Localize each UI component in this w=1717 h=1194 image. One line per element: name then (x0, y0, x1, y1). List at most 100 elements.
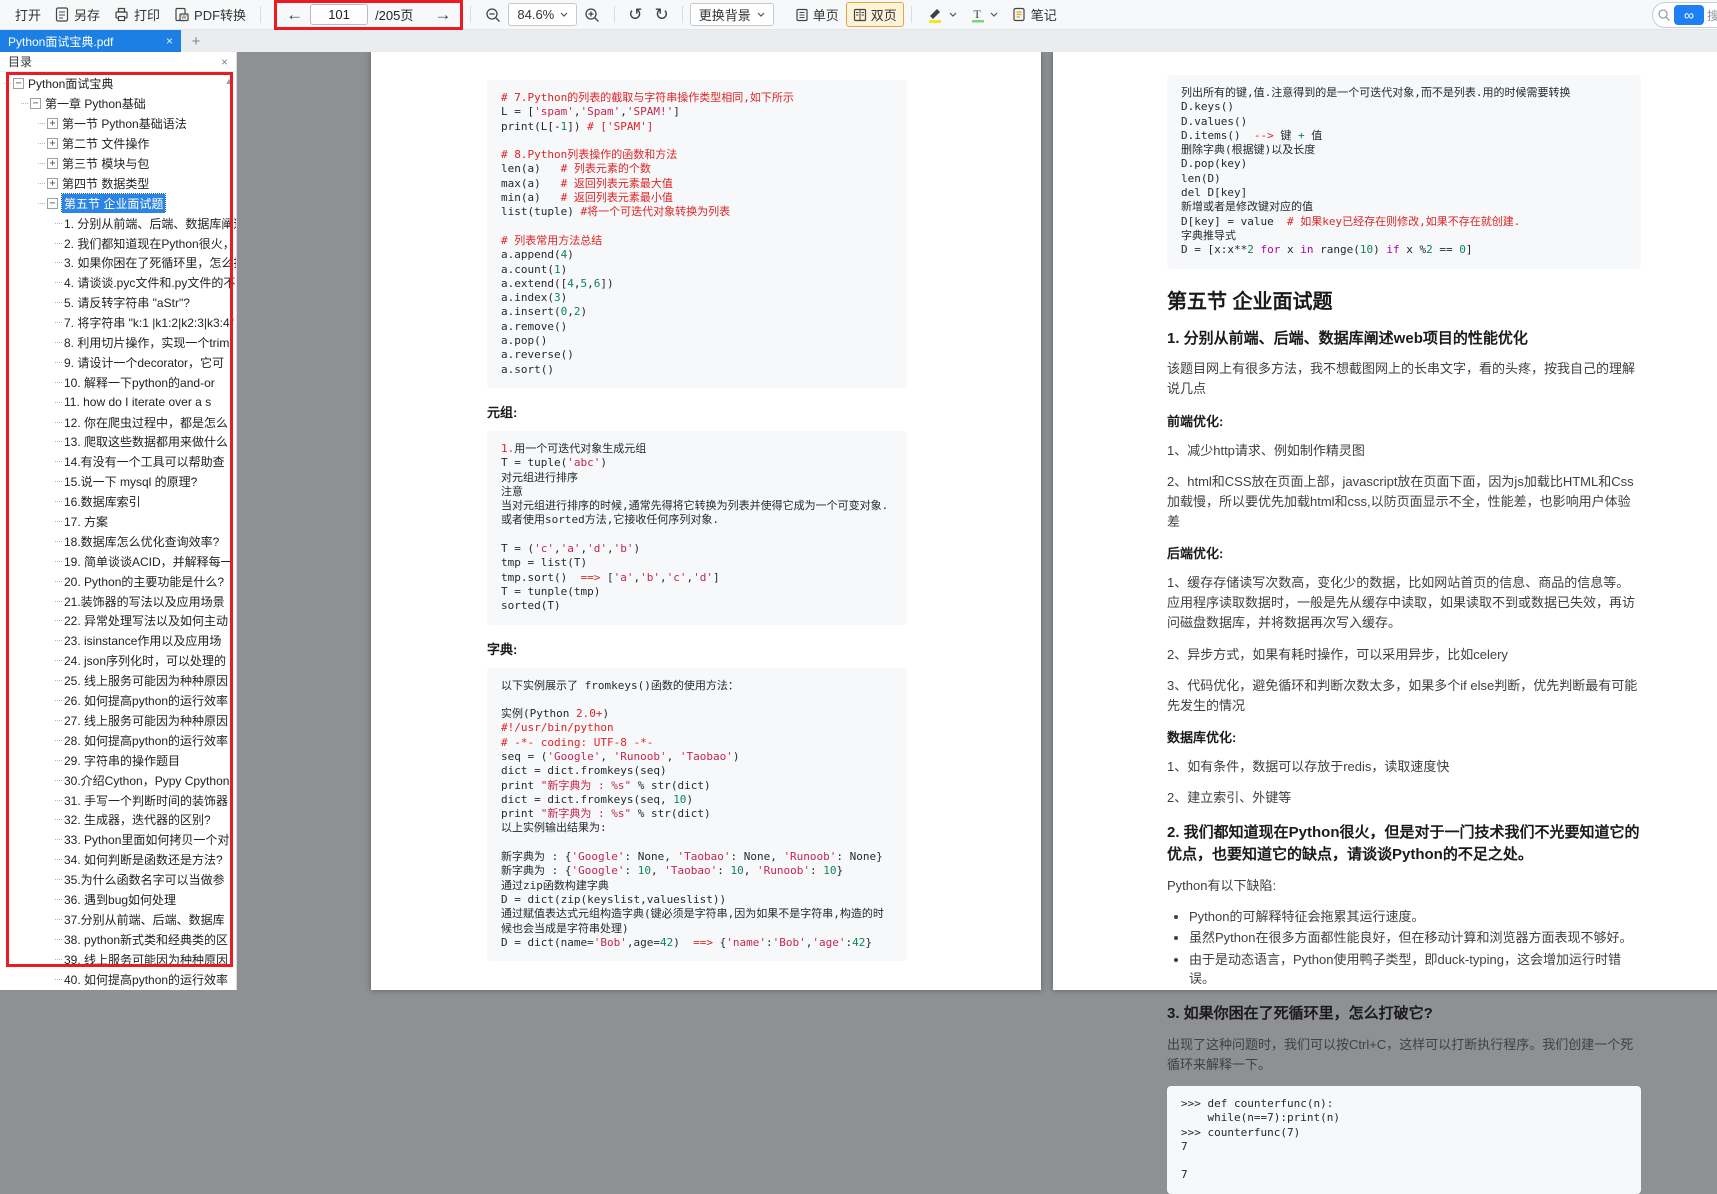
section-heading: 1. 分别从前端、后端、数据库阐述web项目的性能优化 (1167, 328, 1641, 350)
toc-item[interactable]: 1. 分别从前端、后端、数据库阐述web项目的性能优化 (0, 213, 236, 233)
toc-item[interactable]: 21.装饰器的写法以及应用场景 (0, 591, 236, 611)
code-line: D = dict(zip(keyslist,valueslist)) (501, 893, 893, 907)
pdf-viewer[interactable]: # 7.Python的列表的截取与字符串操作类型相同,如下所示L = ['spa… (238, 52, 1717, 990)
bullet-item: 虽然Python在很多方面都性能良好，但在移动计算和浏览器方面表现不够好。 (1189, 928, 1641, 948)
section-heading: 数据库优化: (1167, 727, 1641, 746)
toc-item-label: 37.分别从前端、后端、数据库 (64, 911, 225, 928)
toc-item[interactable]: 31. 手写一个判断时间的装饰器 (0, 790, 236, 810)
tab-close-icon[interactable]: × (166, 34, 173, 48)
toc-item[interactable]: 23. isinstance作用以及应用场 (0, 631, 236, 651)
notes-button[interactable]: 笔记 (1005, 2, 1064, 27)
zoom-in-button[interactable] (577, 4, 607, 26)
undo-button[interactable]: ↺ (622, 5, 648, 25)
toc-item[interactable]: +第四节 数据类型 (0, 173, 236, 193)
toc-item[interactable]: 26. 如何提高python的运行效率 (0, 691, 236, 711)
pdf-convert-button[interactable]: W PDF转换 (167, 2, 253, 27)
toc-item[interactable]: 25. 线上服务可能因为种种原因 (0, 671, 236, 691)
open-label: 打开 (15, 5, 41, 24)
toc-item[interactable]: 9. 请设计一个decorator，它可 (0, 352, 236, 372)
toc-item[interactable]: 15.说一下 mysql 的原理? (0, 472, 236, 492)
toc-item[interactable]: 35.为什么函数名字可以当做参 (0, 870, 236, 890)
toc-item[interactable]: 29. 字符串的操作题目 (0, 750, 236, 770)
expand-icon[interactable]: + (47, 178, 58, 189)
toc-scroll-up-arrow[interactable]: ▲ (223, 74, 235, 88)
collapse-icon[interactable]: − (30, 98, 41, 109)
toc-item[interactable]: 8. 利用切片操作，实现一个trim (0, 333, 236, 353)
save-as-button[interactable]: 另存 (48, 2, 107, 27)
code-line: print "新字典为 : %s" % str(dict) (501, 779, 893, 793)
toc-item[interactable]: 27. 线上服务可能因为种种原因 (0, 711, 236, 731)
highlighter-tool-button[interactable] (919, 4, 964, 26)
bullet-list: Python的可解释特征会拖累其运行速度。虽然Python在很多方面都性能良好，… (1189, 907, 1641, 989)
toc-item[interactable]: 2. 我们都知道现在Python很火， (0, 233, 236, 253)
single-page-mode-button[interactable]: 单页 (788, 2, 846, 27)
toc-item[interactable]: + 第一节 Python基础语法 (0, 114, 236, 134)
double-page-mode-button[interactable]: 双页 (846, 2, 904, 27)
toc-item-label: 35.为什么函数名字可以当做参 (64, 871, 225, 888)
toc-item[interactable]: 19. 简单谈谈ACID，并解释每一 (0, 551, 236, 571)
code-line: a.sort() (501, 363, 893, 377)
toc-item[interactable]: 4. 请谈谈.pyc文件和.py文件的不同之处 (0, 273, 236, 293)
code-line: dict = dict.fromkeys(seq) (501, 764, 893, 778)
redo-button[interactable]: ↻ (649, 5, 675, 25)
toc-close-icon[interactable]: × (221, 55, 228, 69)
page-number-input[interactable] (310, 4, 368, 25)
next-page-button[interactable]: → (434, 6, 451, 23)
toc-item[interactable]: 20. Python的主要功能是什么? (0, 571, 236, 591)
change-background-dropdown[interactable]: 更换背景 (690, 3, 774, 26)
tree-connector (55, 959, 62, 960)
search-box[interactable]: ∞ 搜 (1652, 2, 1717, 28)
text-tool-button[interactable]: T (964, 4, 1005, 26)
toc-item[interactable]: 32. 生成器，迭代器的区别? (0, 810, 236, 830)
toc-item-label: 第一节 Python基础语法 (62, 115, 187, 132)
toc-item[interactable]: 14.有没有一个工具可以帮助查 (0, 452, 236, 472)
toc-item[interactable]: −第一章 Python基础 (0, 94, 236, 114)
toc-item[interactable]: 22. 异常处理写法以及如何主动 (0, 611, 236, 631)
toc-item[interactable]: 10. 解释一下python的and-or (0, 372, 236, 392)
collapse-icon[interactable]: − (13, 78, 24, 89)
open-button[interactable]: 打开 (8, 2, 48, 27)
zoom-out-button[interactable] (478, 4, 508, 26)
toc-item[interactable]: 39. 线上服务可能因为种种原因 (0, 949, 236, 969)
toc-item-label: 32. 生成器，迭代器的区别? (64, 811, 211, 828)
toc-item[interactable]: 24. json序列化时，可以处理的 (0, 651, 236, 671)
toc-item[interactable]: 13. 爬取这些数据都用来做什么 (0, 432, 236, 452)
toc-item[interactable]: −第五节 企业面试题 (0, 193, 236, 213)
previous-page-button[interactable]: ← (286, 6, 303, 23)
document-tab[interactable]: Python面试宝典.pdf × (0, 30, 181, 52)
expand-icon[interactable]: + (47, 118, 58, 129)
tree-connector (38, 143, 45, 144)
infinity-badge-icon[interactable]: ∞ (1674, 5, 1704, 25)
print-button[interactable]: 打印 (107, 2, 167, 27)
code-line: D.keys() (1181, 100, 1627, 114)
toc-item-label: 3. 如果你困在了死循环里，怎么打破它? (64, 254, 236, 271)
toc-item[interactable]: +第二节 文件操作 (0, 134, 236, 154)
toc-item[interactable]: +第三节 模块与包 (0, 154, 236, 174)
toc-item[interactable]: 30.介绍Cython，Pypy Cpython (0, 770, 236, 790)
toc-item[interactable]: 17. 方案 (0, 512, 236, 532)
code-line: list(tuple) #将一个可迭代对象转换为列表 (501, 205, 893, 219)
toc-item[interactable]: 37.分别从前端、后端、数据库 (0, 909, 236, 929)
page-left-content: # 7.Python的列表的截取与字符串操作类型相同,如下所示L = ['spa… (487, 80, 907, 961)
toc-item[interactable]: 34. 如何判断是函数还是方法? (0, 850, 236, 870)
toc-item[interactable]: 33. Python里面如何拷贝一个对 (0, 830, 236, 850)
new-tab-button[interactable]: + (181, 30, 211, 52)
toc-item[interactable]: 5. 请反转字符串 "aStr"? (0, 293, 236, 313)
toc-item[interactable]: 40. 如何提高python的运行效率 (0, 969, 236, 989)
collapse-icon[interactable]: − (47, 198, 58, 209)
toc-item[interactable]: 16.数据库索引 (0, 492, 236, 512)
toc-item[interactable]: 18.数据库怎么优化查询效率? (0, 531, 236, 551)
expand-icon[interactable]: + (47, 158, 58, 169)
toc-item[interactable]: 38. python新式类和经典类的区 (0, 929, 236, 949)
expand-icon[interactable]: + (47, 138, 58, 149)
zoom-level-dropdown[interactable]: 84.6% (508, 3, 577, 26)
toc-item[interactable]: −Python面试宝典 (0, 74, 236, 94)
toc-item[interactable]: 12. 你在爬虫过程中，都是怎么 (0, 412, 236, 432)
toc-item[interactable]: 28. 如何提高python的运行效率 (0, 730, 236, 750)
toc-item[interactable]: 36. 遇到bug如何处理 (0, 890, 236, 910)
code-line: del D[key] (1181, 186, 1627, 200)
tree-connector (55, 541, 62, 542)
toc-item[interactable]: 3. 如果你困在了死循环里，怎么打破它? (0, 253, 236, 273)
toc-item[interactable]: 7. 将字符串 "k:1 |k1:2|k2:3|k3:4" (0, 313, 236, 333)
toc-item[interactable]: 11. how do I iterate over a s (0, 392, 236, 412)
